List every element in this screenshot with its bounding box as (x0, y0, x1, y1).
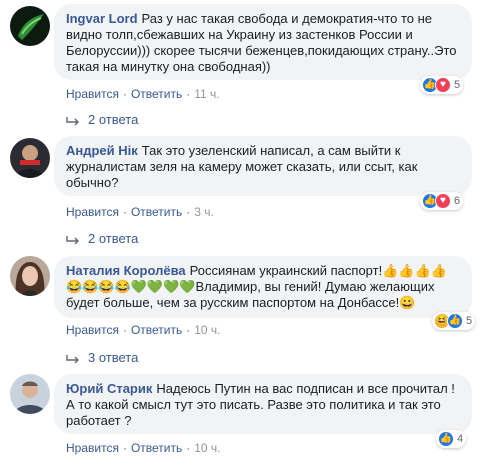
comment-author[interactable]: Юрий Старик (66, 381, 152, 396)
timestamp[interactable]: 11 ч. (194, 87, 219, 101)
comment-actions: Нравится · Ответить · 10 ч. (66, 322, 221, 338)
separator: · (122, 205, 127, 219)
reaction-count: 6 (454, 195, 461, 207)
reactions-summary[interactable]: 👍 ♥ 6 (420, 192, 464, 210)
avatar-image (10, 138, 50, 178)
separator: · (122, 87, 127, 101)
replies-count: 2 ответа (88, 231, 139, 246)
comment-actions: Нравится · Ответить · 10 ч. (66, 440, 221, 456)
replies-count: 3 ответа (88, 350, 139, 365)
reactions-summary[interactable]: 😆 👍 5 (432, 312, 476, 330)
separator: · (186, 205, 191, 219)
reply-link[interactable]: Ответить (131, 441, 182, 455)
avatar[interactable] (10, 138, 50, 178)
like-icon: 👍 (447, 313, 463, 329)
comment-bubble: Андрей Нік Так это узеленский написал, а … (54, 136, 472, 196)
like-link[interactable]: Нравится (66, 441, 119, 455)
comment-text: Россиянам украинский паспорт! (189, 263, 383, 278)
comment-bubble: Наталия Королёва Россиянам украинский пас… (54, 256, 472, 318)
view-replies-link[interactable]: 2 ответа (66, 112, 138, 128)
reply-link[interactable]: Ответить (131, 87, 182, 101)
reply-arrow-icon (66, 354, 79, 364)
avatar-image (10, 374, 50, 414)
reactions-summary[interactable]: 👍 ♥ 5 (420, 76, 464, 94)
timestamp[interactable]: 3 ч. (194, 205, 214, 219)
view-replies-link[interactable]: 2 ответа (66, 231, 138, 247)
laugh-heart-emojis: 😂😂😂😂💚💚💚💚 (66, 279, 196, 294)
thumbs-up-emojis: 👍👍👍👍 (382, 263, 447, 278)
separator: · (186, 441, 191, 455)
reaction-count: 5 (454, 79, 461, 91)
separator: · (186, 87, 191, 101)
separator: · (122, 323, 127, 337)
avatar[interactable] (10, 6, 50, 46)
reaction-count: 4 (457, 433, 464, 445)
comment-author[interactable]: Ingvar Lord (66, 11, 138, 26)
like-icon: 👍 (438, 431, 454, 447)
grin-emoji: 😀 (399, 295, 416, 310)
separator: · (186, 323, 191, 337)
love-icon: ♥ (435, 193, 451, 209)
timestamp[interactable]: 10 ч. (194, 441, 220, 455)
avatar[interactable] (10, 256, 50, 296)
separator: · (122, 441, 127, 455)
comment-bubble: Юрий Старик Надеюсь Путин на вас подписан… (54, 374, 472, 434)
reply-link[interactable]: Ответить (131, 323, 182, 337)
comment-author[interactable]: Андрей Нік (66, 143, 138, 158)
reply-arrow-icon (66, 116, 79, 126)
comment-actions: Нравится · Ответить · 3 ч. (66, 204, 214, 220)
like-link[interactable]: Нравится (66, 87, 119, 101)
timestamp[interactable]: 10 ч. (194, 323, 220, 337)
reaction-count: 5 (466, 315, 473, 327)
love-icon: ♥ (435, 77, 451, 93)
like-link[interactable]: Нравится (66, 323, 119, 337)
view-replies-link[interactable]: 3 ответа (66, 350, 138, 366)
avatar-image (10, 6, 50, 46)
comment-bubble: Ingvar Lord Раз у нас такая свобода и дем… (54, 4, 472, 80)
avatar-image (10, 256, 50, 296)
avatar[interactable] (10, 374, 50, 414)
like-link[interactable]: Нравится (66, 205, 119, 219)
reactions-summary[interactable]: 👍 4 (436, 430, 467, 448)
replies-count: 2 ответа (88, 112, 139, 127)
reply-arrow-icon (66, 235, 79, 245)
comment-actions: Нравится · Ответить · 11 ч. (66, 86, 220, 102)
reply-link[interactable]: Ответить (131, 205, 182, 219)
comment-author[interactable]: Наталия Королёва (66, 263, 186, 278)
